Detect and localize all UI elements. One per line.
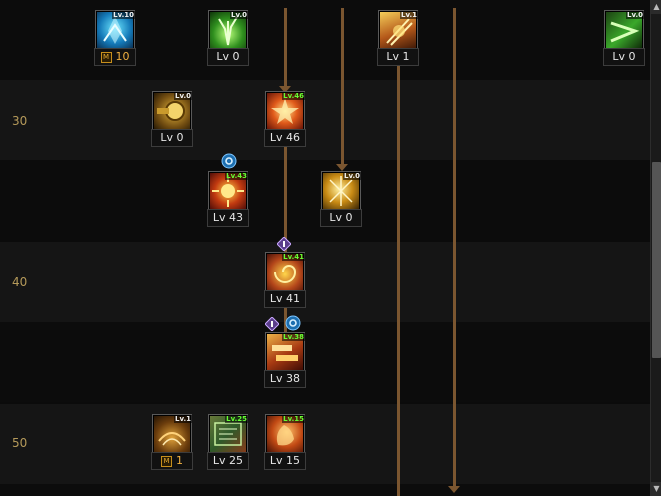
diamond-icon[interactable] [276,236,292,252]
skill-level-readout: Lv 0 [207,48,249,66]
row-band [0,404,650,484]
vertical-scrollbar[interactable]: ▲ ▼ [650,0,661,496]
prerequisite-line [284,8,287,88]
arrow-down-icon [336,164,348,171]
skill-level-readout: M1 [151,452,193,470]
skill-slot-golden-swirl[interactable]: Lv.41 E Lv 41 [264,252,306,308]
prerequisite-line [453,8,456,488]
skill-level-readout: Lv 0 [151,129,193,147]
level-label-40: 40 [12,275,28,289]
skill-level-readout: Lv 46 [264,129,306,147]
skill-level-tag: Lv.43 [225,172,248,180]
skill-slot-flame-star[interactable]: Lv.46 G Lv 46 [264,91,306,147]
arrow-down-icon [448,486,460,493]
skill-slot-green-dash[interactable]: Lv.0 Lv 0 [603,10,645,66]
gear-icon[interactable] [285,315,301,331]
row-band [0,80,650,160]
skill-level-tag: Lv.46 [282,92,305,100]
skill-level-readout: Lv 0 [320,209,362,227]
skill-slot-gold-blade[interactable]: Lv.1 B A Lv 1 [377,10,419,66]
skill-level-readout: Lv 25 [207,452,249,470]
skill-level-tag: Lv.0 [626,11,644,19]
skill-tree-panel: 30 40 50 Lv.10 M 10 Lv.0 Lv 0 Lv.1 Lv 1 … [0,0,650,496]
level-label-30: 30 [12,114,28,128]
gear-icon[interactable] [221,153,237,169]
scroll-thumb[interactable] [652,162,661,358]
skill-level-tag: Lv.1 [174,415,192,423]
skill-slot-spark-strike[interactable]: Lv.0 B Lv 0 [320,171,362,227]
skill-slot-twin-pistols[interactable]: Lv.38 D Lv 38 [264,332,306,388]
prerequisite-line [397,64,400,496]
skill-slot-sun-blast[interactable]: Lv.43 F Lv 43 [207,171,249,227]
skill-level-readout: Lv 0 [603,48,645,66]
skill-slot-blue-aura[interactable]: Lv.10 M 10 [94,10,136,66]
skill-slot-green-burst[interactable]: Lv.0 Lv 0 [207,10,249,66]
skill-level-tag: Lv.1 [400,11,418,19]
skill-level-tag: Lv.15 [282,415,305,423]
skill-level-tag: Lv.38 [282,333,305,341]
skill-level-readout: Lv 43 [207,209,249,227]
prerequisite-line [341,8,344,166]
skill-level-tag: Lv.0 [230,11,248,19]
skill-level-tag: Lv.0 [343,172,361,180]
skill-level-tag: Lv.25 [225,415,248,423]
row-band [0,242,650,322]
skill-level-tag: Lv.41 [282,253,305,261]
diamond-icon[interactable] [264,316,280,332]
skill-level-readout: Lv 15 [264,452,306,470]
skill-level-readout: Lv 38 [264,370,306,388]
mastery-badge: M [161,456,172,467]
row-band [0,322,650,402]
skill-slot-gold-cannon[interactable]: Lv.0 Lv 0 [151,91,193,147]
row-band [0,484,650,496]
skill-slot-circuit-board[interactable]: Lv.25 Lv 25 [207,414,249,470]
scroll-down-icon[interactable]: ▼ [651,482,661,496]
skill-slot-flame-fist[interactable]: Lv.15 B Lv 15 [264,414,306,470]
skill-slot-desert-storm[interactable]: Lv.1 M1 [151,414,193,470]
mastery-badge: M [100,52,112,63]
skill-level-readout: Lv 1 [377,48,419,66]
skill-level-readout: M 10 [94,48,136,66]
scroll-up-icon[interactable]: ▲ [651,0,661,14]
level-label-50: 50 [12,436,28,450]
skill-level-tag: Lv.10 [112,11,135,19]
skill-level-readout: Lv 41 [264,290,306,308]
skill-level-tag: Lv.0 [174,92,192,100]
